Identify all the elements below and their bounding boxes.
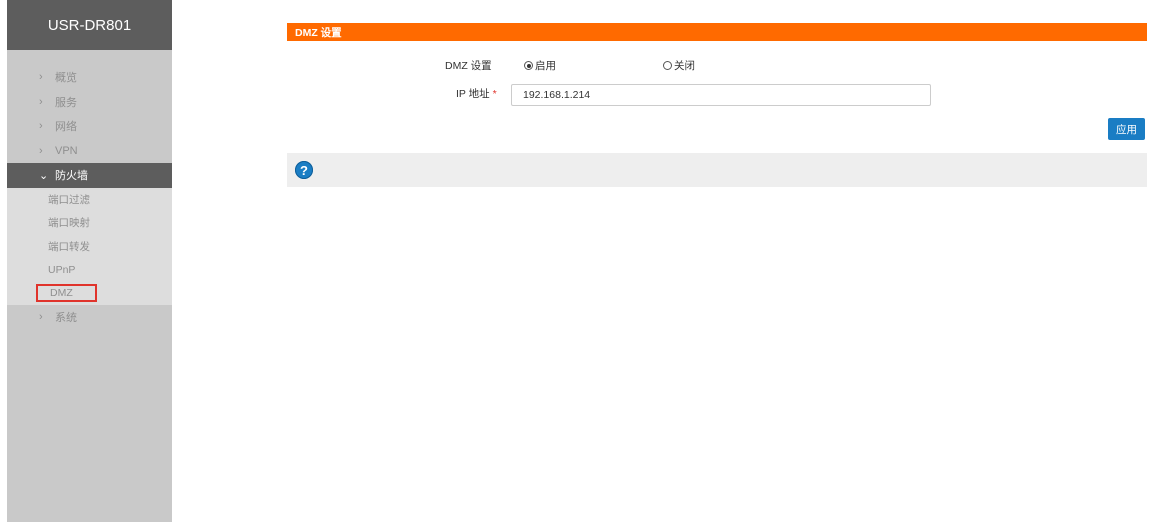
help-icon[interactable]: ? <box>295 161 313 179</box>
required-mark: * <box>492 88 497 100</box>
ip-address-label: IP 地址 * <box>456 86 497 101</box>
sidebar-subitem-port-filter[interactable]: 端口过滤 <box>7 187 172 211</box>
help-bar: ? <box>287 153 1147 187</box>
sidebar-subitem-port-forward[interactable]: 端口转发 <box>7 234 172 258</box>
sidebar-item-system[interactable]: › 系统 <box>7 305 172 330</box>
dmz-enable-radio[interactable]: 启用 <box>524 58 556 73</box>
app-title: USR-DR801 <box>7 0 172 50</box>
chevron-right-icon: › <box>39 144 43 157</box>
dmz-enable-label: 启用 <box>535 60 556 72</box>
sidebar-item-network[interactable]: › 网络 <box>7 114 172 139</box>
sidebar-subitem-dmz[interactable]: DMZ <box>7 281 172 305</box>
sidebar-subitem-label: 端口转发 <box>48 240 90 253</box>
sidebar-item-overview[interactable]: › 概览 <box>7 65 172 90</box>
sidebar-item-label: 服务 <box>55 96 77 109</box>
chevron-right-icon: › <box>39 71 43 84</box>
sidebar-item-label: 防火墙 <box>55 170 88 183</box>
sidebar-subitem-label: 端口过滤 <box>48 193 90 206</box>
sidebar-subitem-upnp[interactable]: UPnP <box>7 258 172 282</box>
ip-address-input[interactable] <box>511 84 931 106</box>
sidebar-subitem-label: DMZ <box>36 284 97 303</box>
firewall-submenu: 端口过滤 端口映射 端口转发 UPnP DMZ <box>7 187 172 305</box>
chevron-right-icon: › <box>39 311 43 324</box>
radio-checked-icon <box>524 61 533 70</box>
ip-address-label-text: IP 地址 <box>456 88 490 100</box>
section-header: DMZ 设置 <box>287 23 1147 41</box>
sidebar-subitem-label: 端口映射 <box>48 217 90 230</box>
sidebar-item-services[interactable]: › 服务 <box>7 90 172 115</box>
sidebar-item-label: 网络 <box>55 121 77 134</box>
dmz-disable-label: 关闭 <box>674 60 695 72</box>
sidebar-subitem-label: UPnP <box>48 263 76 276</box>
apply-button[interactable]: 应用 <box>1108 118 1145 140</box>
sidebar-menu: › 概览 › 服务 › 网络 › VPN ⌄ 防火墙 端口过滤 端口映射 端口转… <box>7 65 172 330</box>
app-title-text: USR-DR801 <box>47 16 132 34</box>
sidebar-item-vpn[interactable]: › VPN <box>7 139 172 164</box>
chevron-right-icon: › <box>39 95 43 108</box>
section-title: DMZ 设置 <box>295 26 342 39</box>
sidebar-item-label: VPN <box>55 144 78 157</box>
sidebar-item-label: 概览 <box>55 72 77 85</box>
sidebar-item-firewall[interactable]: ⌄ 防火墙 <box>7 163 172 188</box>
sidebar-subitem-port-mapping[interactable]: 端口映射 <box>7 211 172 235</box>
chevron-right-icon: › <box>39 120 43 133</box>
sidebar-item-label: 系统 <box>55 312 77 325</box>
chevron-down-icon: ⌄ <box>39 169 49 182</box>
sidebar: USR-DR801 › 概览 › 服务 › 网络 › VPN ⌄ 防火墙 端口过… <box>7 0 172 522</box>
radio-unchecked-icon <box>663 61 672 70</box>
dmz-setting-label: DMZ 设置 <box>445 60 492 72</box>
dmz-disable-radio[interactable]: 关闭 <box>663 58 695 73</box>
